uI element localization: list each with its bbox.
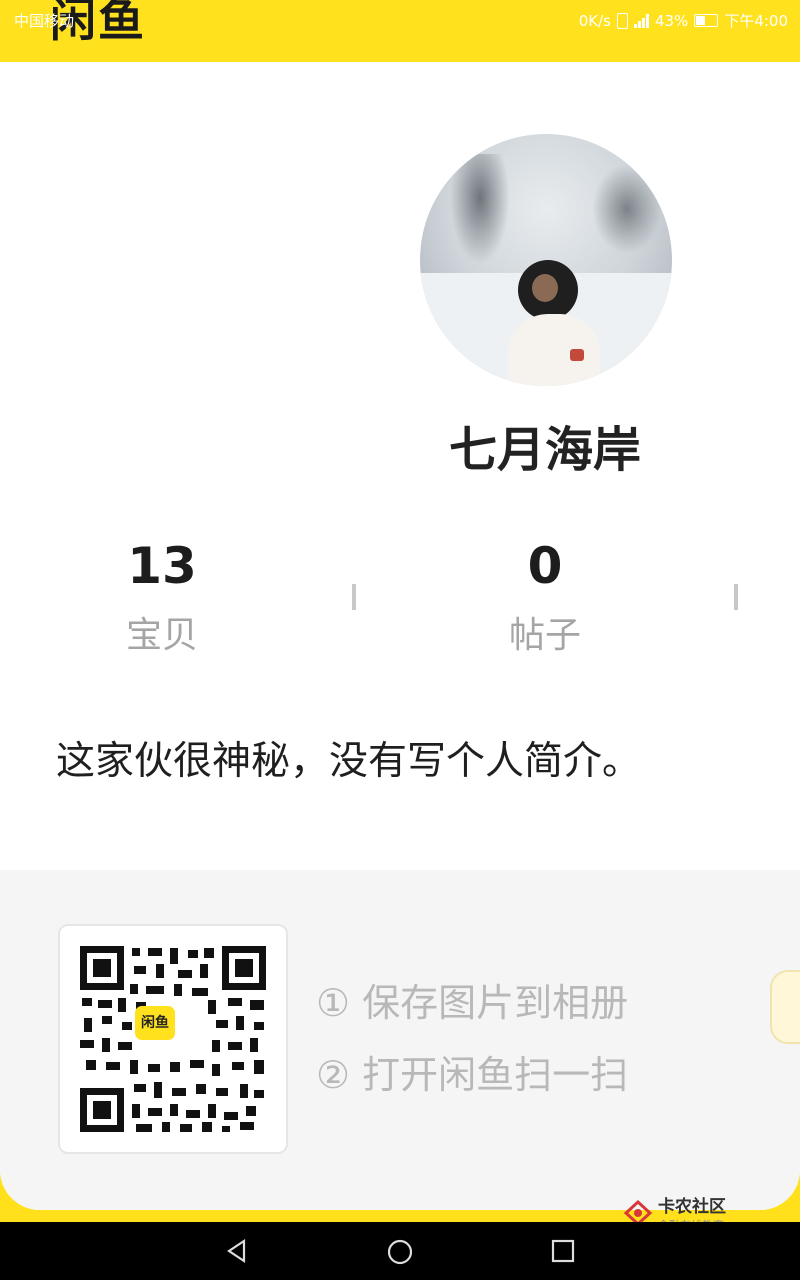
recents-icon[interactable]: [550, 1238, 576, 1264]
qr-steps: ① 保存图片到相册 ② 打开闲鱼扫一扫: [316, 972, 628, 1116]
stat-divider: [352, 584, 356, 610]
qr-code: 闲鱼: [58, 924, 288, 1154]
qr-step-2: ② 打开闲鱼扫一扫: [316, 1053, 629, 1097]
stat-items[interactable]: 13 宝贝: [62, 534, 262, 658]
back-icon[interactable]: [224, 1238, 250, 1264]
qr-step-1: ① 保存图片到相册: [316, 981, 629, 1025]
qr-pattern: [78, 944, 268, 1134]
stat-items-label: 宝贝: [125, 615, 198, 656]
qr-section: 闲鱼 ① 保存图片到相册 ② 打开闲鱼扫一扫: [0, 870, 800, 1210]
bio-text: 这家伙很神秘，没有写个人简介。: [56, 739, 642, 784]
vibrate-icon: [616, 12, 628, 29]
stat-posts-label: 帖子: [508, 615, 581, 656]
signal-icon: [633, 13, 649, 28]
status-right: 0K/s 43% 下午4:00: [579, 10, 788, 31]
stat-items-count: 13: [127, 537, 197, 595]
stat-posts-count: 0: [527, 537, 563, 595]
clock: 下午4:00: [724, 12, 788, 30]
side-decoration: [770, 970, 800, 1044]
qr-logo: 闲鱼: [135, 1006, 175, 1040]
profile-card: 七月海岸 13 宝贝 0 帖子 这家伙很神秘，没有写个人简介。 闲鱼 ① 保存图…: [0, 62, 800, 1210]
carrier-label: 中国移动: [14, 12, 75, 30]
home-icon[interactable]: [386, 1238, 414, 1266]
status-bar: 闲鱼 中国移动 0K/s 43% 下午4:00: [0, 0, 800, 62]
avatar[interactable]: [420, 134, 672, 386]
stat-divider: [734, 584, 738, 610]
nickname: 七月海岸: [448, 422, 641, 478]
navigation-bar: [0, 1222, 800, 1280]
watermark-title: 卡农社区: [658, 1197, 726, 1217]
stat-posts[interactable]: 0 帖子: [445, 534, 645, 658]
battery-icon: [694, 14, 719, 27]
battery-percent: 43%: [654, 11, 689, 30]
network-speed: 0K/s: [578, 11, 611, 30]
